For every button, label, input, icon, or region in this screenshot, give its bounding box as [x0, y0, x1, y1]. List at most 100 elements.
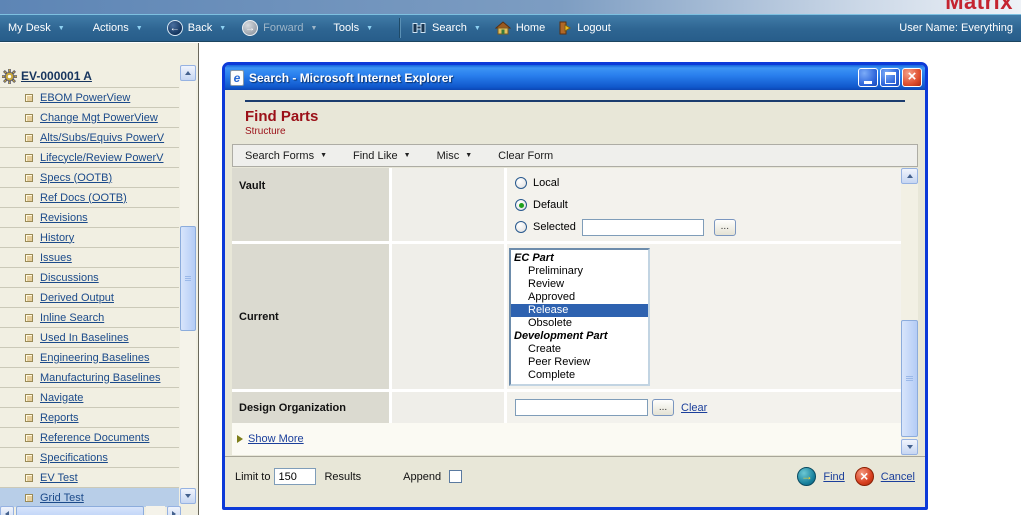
- listbox-option[interactable]: Create: [511, 343, 648, 356]
- vault-radio-selected[interactable]: Selected ...: [515, 216, 893, 238]
- menu-search-forms[interactable]: Search Forms: [245, 150, 327, 162]
- sidebar-item-ref-docs-ootb[interactable]: Ref Docs (OOTB): [0, 187, 179, 207]
- scrollbar-thumb[interactable]: [180, 226, 196, 331]
- vault-radio-local[interactable]: Local: [515, 172, 893, 194]
- sidebar-item-issues[interactable]: Issues: [0, 247, 179, 267]
- sidebar-link[interactable]: Alts/Subs/Equivs PowerV: [40, 132, 164, 144]
- sidebar-item-reference-documents[interactable]: Reference Documents: [0, 427, 179, 447]
- scrollbar-track[interactable]: [180, 81, 196, 488]
- menu-actions[interactable]: Actions: [93, 22, 143, 34]
- sidebar-item-inline-search[interactable]: Inline Search: [0, 307, 179, 327]
- listbox-option-selected[interactable]: Release: [511, 304, 648, 317]
- limit-input[interactable]: [274, 468, 316, 485]
- sidebar-link[interactable]: Specs (OOTB): [40, 172, 112, 184]
- listbox-option[interactable]: Complete: [511, 369, 648, 382]
- scroll-left-button[interactable]: [0, 506, 14, 515]
- maximize-button[interactable]: [880, 68, 900, 87]
- sidebar-item-revisions[interactable]: Revisions: [0, 207, 179, 227]
- menu-search[interactable]: Search: [411, 21, 481, 35]
- show-more[interactable]: Show More: [237, 433, 901, 445]
- sidebar-link[interactable]: Lifecycle/Review PowerV: [40, 152, 164, 164]
- sidebar-item-reports[interactable]: Reports: [0, 407, 179, 427]
- dialog-titlebar[interactable]: Search - Microsoft Internet Explorer: [225, 65, 925, 90]
- minimize-button[interactable]: [858, 68, 878, 87]
- sidebar-link[interactable]: Reference Documents: [40, 432, 149, 444]
- menu-my-desk[interactable]: My Desk: [8, 22, 65, 34]
- sidebar-link[interactable]: Engineering Baselines: [40, 352, 149, 364]
- scrollbar-track[interactable]: [901, 184, 918, 439]
- find-button[interactable]: Find: [797, 467, 844, 486]
- sidebar-link[interactable]: Manufacturing Baselines: [40, 372, 160, 384]
- sidebar-link[interactable]: Grid Test: [40, 492, 84, 504]
- listbox-option[interactable]: Peer Review: [511, 356, 648, 369]
- sidebar-link[interactable]: EV Test: [40, 472, 78, 484]
- sidebar-link[interactable]: Specifications: [40, 452, 108, 464]
- scrollbar-thumb[interactable]: [901, 320, 918, 437]
- sidebar-item-specs-ootb[interactable]: Specs (OOTB): [0, 167, 179, 187]
- sidebar-link[interactable]: Revisions: [40, 212, 88, 224]
- home-button[interactable]: Home: [495, 21, 545, 35]
- vault-radio-default[interactable]: Default: [515, 194, 893, 216]
- scroll-down-button[interactable]: [180, 488, 196, 504]
- sidebar-item-derived-output[interactable]: Derived Output: [0, 287, 179, 307]
- sidebar-item-ev-test[interactable]: EV Test: [0, 467, 179, 487]
- find-link[interactable]: Find: [823, 471, 844, 483]
- sidebar-link[interactable]: Derived Output: [40, 292, 114, 304]
- vault-browse-button[interactable]: ...: [714, 219, 736, 236]
- listbox-option[interactable]: Obsolete: [511, 317, 648, 330]
- scrollbar-track[interactable]: [146, 506, 165, 515]
- scroll-right-button[interactable]: [167, 506, 181, 515]
- scroll-down-button[interactable]: [901, 439, 918, 455]
- listbox-option[interactable]: Preliminary: [511, 265, 648, 278]
- sidebar-link[interactable]: History: [40, 232, 74, 244]
- sidebar-link[interactable]: Issues: [40, 252, 72, 264]
- sidebar-item-navigate[interactable]: Navigate: [0, 387, 179, 407]
- listbox-option[interactable]: Review: [511, 278, 648, 291]
- back-button[interactable]: ← Back: [167, 20, 226, 36]
- sidebar-link[interactable]: Used In Baselines: [40, 332, 129, 344]
- design-organization-input[interactable]: [515, 399, 648, 416]
- logout-button[interactable]: Logout: [559, 21, 611, 35]
- sidebar-item-alts-subs-equivs[interactable]: Alts/Subs/Equivs PowerV: [0, 127, 179, 147]
- sidebar-item-ebom-powerview[interactable]: EBOM PowerView: [0, 87, 179, 107]
- close-button[interactable]: [902, 68, 922, 87]
- sidebar-link[interactable]: Inline Search: [40, 312, 104, 324]
- cancel-link[interactable]: Cancel: [881, 471, 915, 483]
- menu-tools[interactable]: Tools: [333, 22, 373, 34]
- sidebar-link[interactable]: EBOM PowerView: [40, 92, 130, 104]
- sidebar-vertical-scrollbar[interactable]: [180, 65, 196, 504]
- menu-misc[interactable]: Misc: [437, 150, 473, 162]
- current-state-listbox[interactable]: EC Part Preliminary Review Approved Rele…: [509, 248, 650, 386]
- clear-link[interactable]: Clear: [681, 402, 707, 414]
- cancel-button[interactable]: Cancel: [855, 467, 915, 486]
- scroll-up-button[interactable]: [180, 65, 196, 81]
- scrollbar-thumb[interactable]: [16, 506, 144, 515]
- menu-find-like[interactable]: Find Like: [353, 150, 411, 162]
- sidebar-item-change-mgt-powerview[interactable]: Change Mgt PowerView: [0, 107, 179, 127]
- forward-button[interactable]: → Forward: [242, 20, 317, 36]
- sidebar-root-link[interactable]: EV-000001 A: [21, 69, 92, 83]
- sidebar-link[interactable]: Navigate: [40, 392, 83, 404]
- sidebar-item-discussions[interactable]: Discussions: [0, 267, 179, 287]
- menu-clear-form[interactable]: Clear Form: [498, 150, 553, 162]
- sidebar-item-used-in-baselines[interactable]: Used In Baselines: [0, 327, 179, 347]
- sidebar-link[interactable]: Change Mgt PowerView: [40, 112, 158, 124]
- sidebar-item-engineering-baselines[interactable]: Engineering Baselines: [0, 347, 179, 367]
- sidebar-item-grid-test[interactable]: Grid Test: [0, 487, 179, 507]
- scroll-up-button[interactable]: [901, 168, 918, 184]
- design-organization-browse-button[interactable]: ...: [652, 399, 674, 416]
- sidebar-link[interactable]: Discussions: [40, 272, 99, 284]
- append-checkbox[interactable]: [449, 470, 462, 483]
- sidebar-item-history[interactable]: History: [0, 227, 179, 247]
- vault-selected-input[interactable]: [582, 219, 704, 236]
- sidebar-link[interactable]: Ref Docs (OOTB): [40, 192, 127, 204]
- sidebar-item-specifications[interactable]: Specifications: [0, 447, 179, 467]
- show-more-link[interactable]: Show More: [248, 433, 304, 445]
- dialog-vertical-scrollbar[interactable]: [901, 168, 918, 455]
- listbox-option[interactable]: Approved: [511, 291, 648, 304]
- sidebar-link[interactable]: Reports: [40, 412, 79, 424]
- sidebar-item-root[interactable]: EV-000001 A: [0, 65, 179, 87]
- sidebar-horizontal-scrollbar[interactable]: [0, 506, 181, 515]
- sidebar-item-manufacturing-baselines[interactable]: Manufacturing Baselines: [0, 367, 179, 387]
- sidebar-item-lifecycle-review[interactable]: Lifecycle/Review PowerV: [0, 147, 179, 167]
